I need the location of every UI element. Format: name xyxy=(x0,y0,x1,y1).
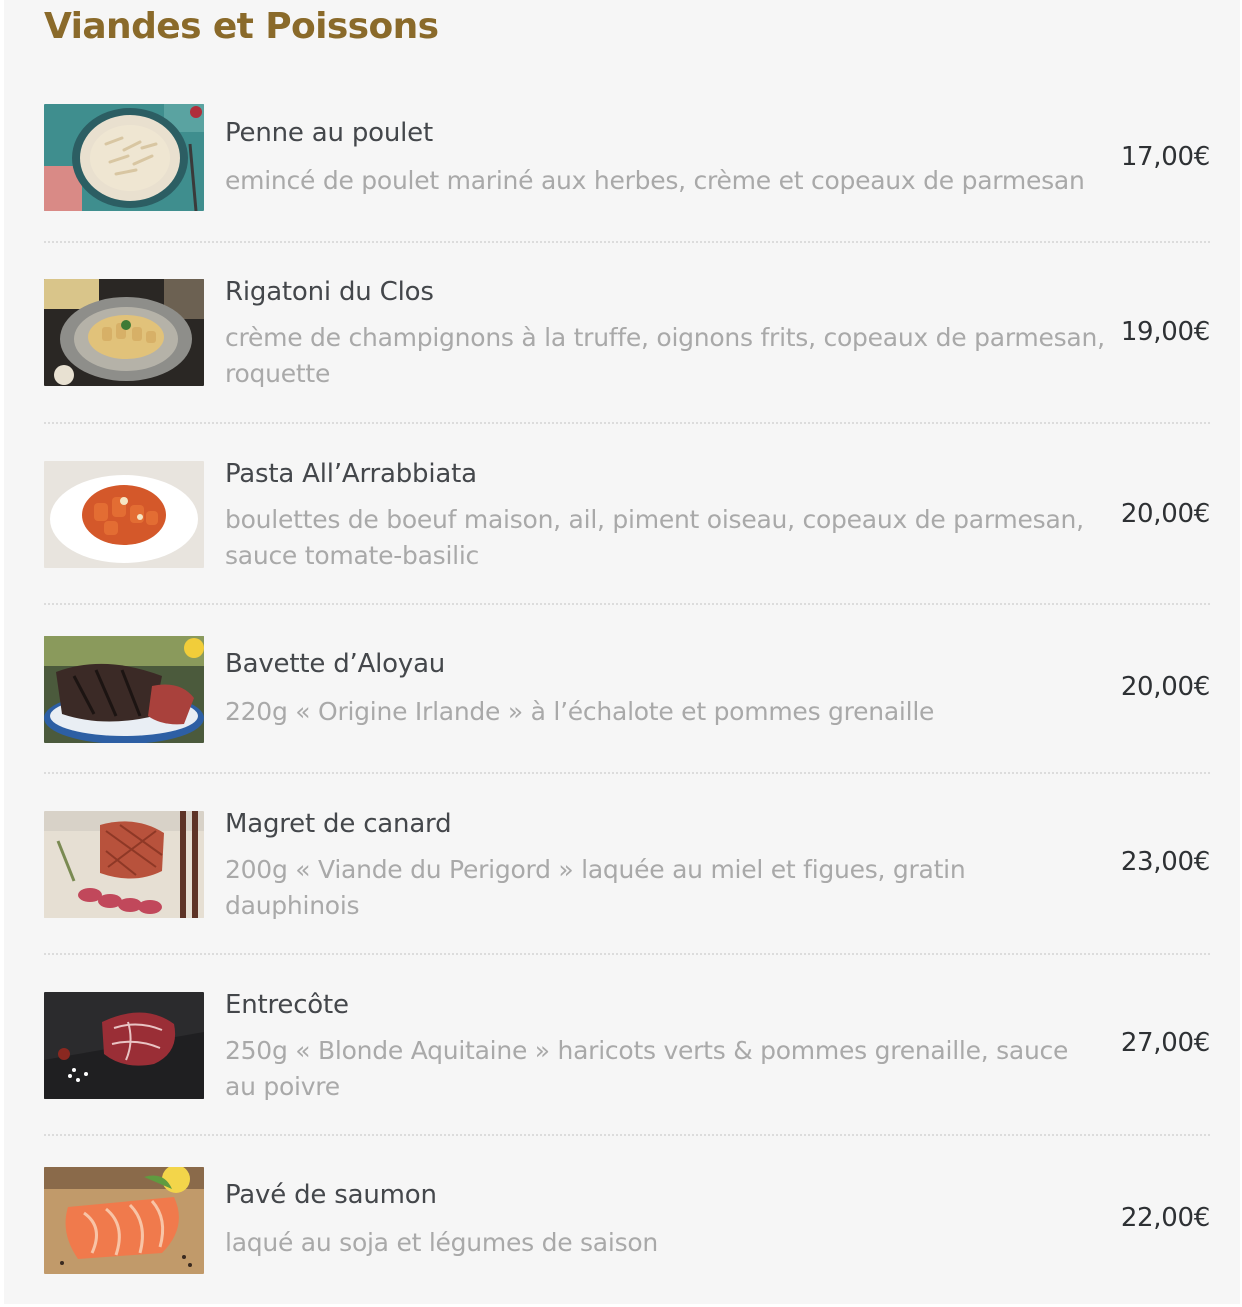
item-divider xyxy=(44,241,1210,243)
item-divider xyxy=(44,422,1210,424)
item-divider xyxy=(44,953,1210,955)
steak-photo xyxy=(44,636,204,743)
menu-item: Rigatoni du Clos crème de champignons à … xyxy=(44,277,1210,419)
item-price: 20,00€ xyxy=(1120,499,1210,529)
item-price: 23,00€ xyxy=(1120,847,1210,877)
rigatoni-photo xyxy=(44,279,204,386)
pasta-chicken-photo xyxy=(44,104,204,211)
item-name: Pasta All’Arrabbiata xyxy=(225,459,477,489)
menu-item: Penne au poulet emincé de poulet mariné … xyxy=(44,104,1210,244)
item-name: Entrecôte xyxy=(225,990,349,1020)
item-description: 250g « Blonde Aquitaine » haricots verts… xyxy=(225,1036,1069,1101)
menu-item: Bavette d’Aloyau 220g « Origine Irlande … xyxy=(44,636,1210,776)
item-price: 27,00€ xyxy=(1120,1028,1210,1058)
menu-item: Entrecôte 250g « Blonde Aquitaine » hari… xyxy=(44,990,1210,1132)
item-description: emincé de poulet mariné aux herbes, crèm… xyxy=(225,166,1085,195)
item-name: Magret de canard xyxy=(225,809,452,839)
item-divider xyxy=(44,603,1210,605)
item-price: 22,00€ xyxy=(1120,1203,1210,1233)
item-description: boulettes de boeuf maison, ail, piment o… xyxy=(225,505,1084,570)
item-divider xyxy=(44,1134,1210,1136)
salmon-photo xyxy=(44,1167,204,1274)
menu-item: Pavé de saumon laqué au soja et légumes … xyxy=(44,1167,1210,1307)
item-price: 19,00€ xyxy=(1120,317,1210,347)
menu-item: Magret de canard 200g « Viande du Perigo… xyxy=(44,809,1210,951)
item-description: laqué au soja et légumes de saison xyxy=(225,1228,658,1257)
item-name: Rigatoni du Clos xyxy=(225,277,434,307)
arrabbiata-photo xyxy=(44,461,204,568)
item-price: 17,00€ xyxy=(1120,142,1210,172)
item-name: Pavé de saumon xyxy=(225,1180,437,1210)
section-title: Viandes et Poissons xyxy=(44,6,439,47)
ribeye-photo xyxy=(44,992,204,1099)
item-divider xyxy=(44,772,1210,774)
item-name: Bavette d’Aloyau xyxy=(225,649,446,679)
item-price: 20,00€ xyxy=(1120,672,1210,702)
item-description: 220g « Origine Irlande » à l’échalote et… xyxy=(225,697,935,726)
item-description: crème de champignons à la truffe, oignon… xyxy=(225,323,1105,388)
item-name: Penne au poulet xyxy=(225,118,433,148)
menu-item: Pasta All’Arrabbiata boulettes de boeuf … xyxy=(44,459,1210,601)
duck-breast-photo xyxy=(44,811,204,918)
item-description: 200g « Viande du Perigord » laquée au mi… xyxy=(225,855,966,920)
